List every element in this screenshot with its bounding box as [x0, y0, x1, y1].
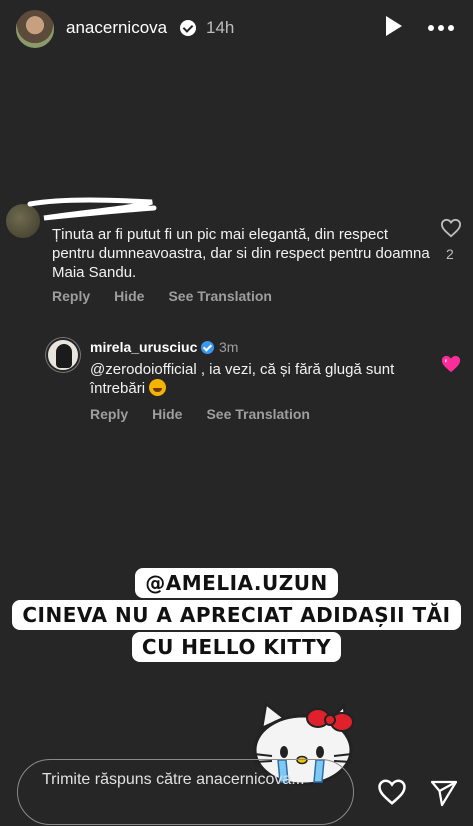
story-time: 14h [206, 18, 235, 37]
like-count: 2 [446, 246, 454, 262]
reply-button[interactable]: Reply [52, 288, 90, 304]
reply-text-content: @zerodoiofficial , ia vezi, că și fără g… [90, 361, 395, 397]
heart-outline-icon[interactable] [440, 218, 462, 238]
story-text-banner: @AMELIA.UZUN CINEVA NU A APRECIAT ADIDAȘ… [0, 568, 473, 662]
hide-button[interactable]: Hide [152, 406, 182, 422]
reply-username[interactable]: mirela_urusciuc [90, 339, 197, 355]
story-username[interactable]: anacernicova [66, 18, 167, 38]
send-icon[interactable] [428, 776, 460, 808]
verified-badge-icon [180, 20, 196, 36]
banner-line-3: CU HELLO KITTY [131, 632, 342, 662]
play-icon[interactable] [386, 16, 402, 36]
banner-line-2: CINEVA NU A APRECIAT ADIDAȘII TĂI [12, 600, 461, 630]
replier-avatar[interactable] [46, 338, 80, 372]
reply-actions: Reply Hide See Translation [90, 406, 310, 422]
verified-badge-icon [201, 341, 214, 354]
like-story-heart-icon[interactable] [377, 778, 407, 806]
comment-text: Ținuta ar fi putut fi un pic mai elegant… [52, 226, 430, 281]
reply-input-placeholder: Trimite răspuns către anacernicova... [42, 771, 305, 788]
banner-mention[interactable]: @AMELIA.UZUN [135, 568, 338, 598]
hide-button[interactable]: Hide [114, 288, 144, 304]
more-icon[interactable] [428, 18, 458, 38]
pink-heart-icon[interactable] [440, 354, 462, 374]
reply-text: @zerodoiofficial , ia vezi, că și fără g… [90, 360, 410, 398]
laughing-emoji-icon [149, 379, 167, 396]
reply-time: 3m [219, 339, 239, 355]
avatar[interactable] [14, 8, 56, 50]
see-translation-button[interactable]: See Translation [168, 288, 271, 304]
comment-actions: Reply Hide See Translation [52, 288, 272, 304]
scribble-redaction [27, 197, 157, 221]
reply-button[interactable]: Reply [90, 406, 128, 422]
see-translation-button[interactable]: See Translation [206, 406, 309, 422]
reply-input[interactable]: Trimite răspuns către anacernicova... [17, 759, 354, 825]
story-header: anacernicova 14h [0, 0, 473, 56]
